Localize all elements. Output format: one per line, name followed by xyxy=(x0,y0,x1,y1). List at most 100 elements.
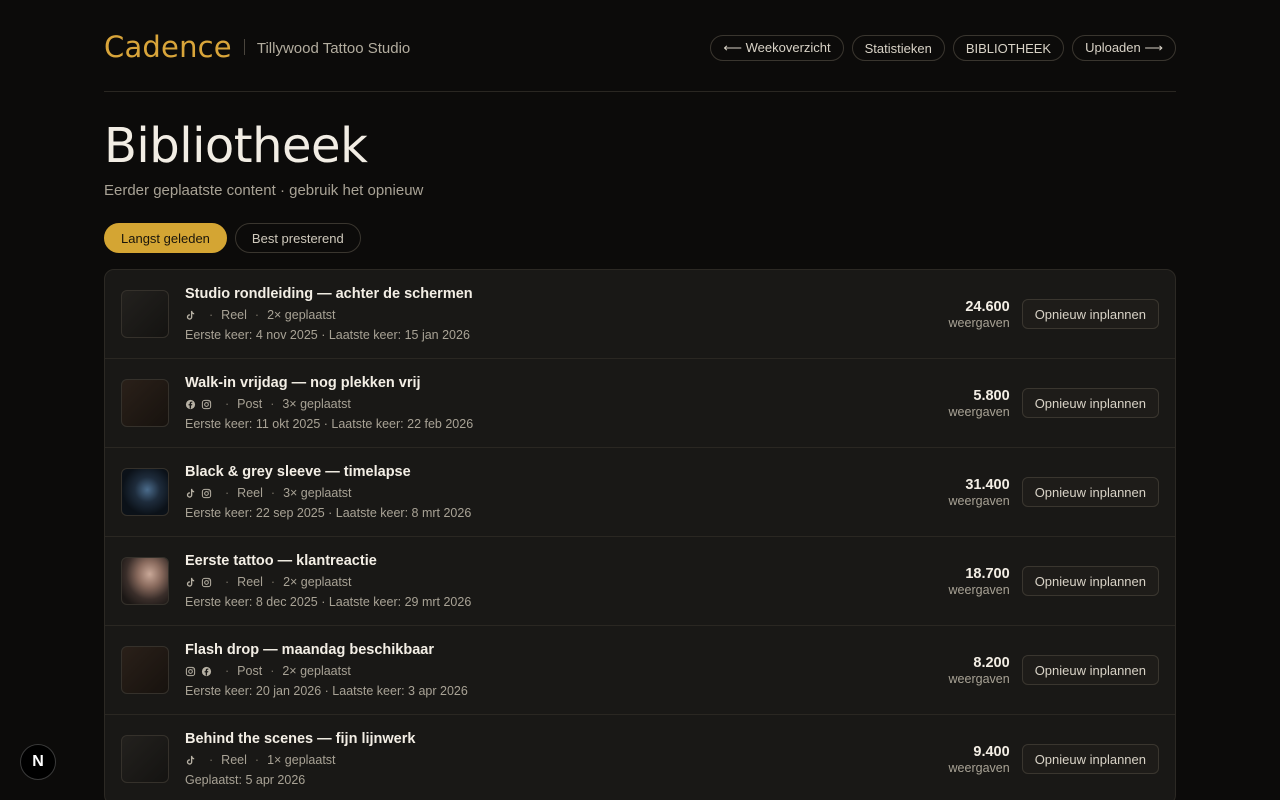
facebook-icon xyxy=(185,399,196,410)
top-bar: Cadence Tillywood Tattoo Studio ⟵ Weekov… xyxy=(104,0,1176,92)
item-dates: Eerste keer: 4 nov 2025 · Laatste keer: … xyxy=(185,328,470,342)
meta-separator: · xyxy=(270,397,275,411)
dev-tools-badge[interactable]: N xyxy=(20,744,56,780)
item-info: Eerste tattoo — klantreactie · Reel · 2×… xyxy=(185,553,949,609)
view-count: 24.600 xyxy=(965,298,1010,315)
item-dates: Eerste keer: 8 dec 2025 · Laatste keer: … xyxy=(185,595,472,609)
page-subtitle: Eerder geplaatste content · gebruik het … xyxy=(104,182,424,199)
item-meta: · Reel · 2× geplaatst xyxy=(185,308,949,322)
item-title: Walk-in vrijdag — nog plekken vrij xyxy=(185,375,421,391)
reschedule-button[interactable]: Opnieuw inplannen xyxy=(1021,388,1159,418)
page-title: Bibliotheek xyxy=(104,118,368,174)
list-item: Studio rondleiding — achter de schermen … xyxy=(105,270,1175,359)
nav-uploaden-button[interactable]: Uploaden ⟶ xyxy=(1072,35,1176,61)
item-info: Flash drop — maandag beschikbaar · Post … xyxy=(185,642,949,698)
view-stats: 31.400 weergaven xyxy=(949,477,1010,508)
instagram-icon xyxy=(185,666,196,677)
view-label: weergaven xyxy=(948,582,1010,597)
sort-filters: Langst geleden Best presterend xyxy=(104,223,1176,253)
tiktok-icon xyxy=(185,755,196,766)
view-count: 8.200 xyxy=(973,654,1010,671)
item-type: Reel xyxy=(221,308,247,322)
view-count: 31.400 xyxy=(965,476,1010,493)
platform-icons xyxy=(185,488,217,499)
list-item: Walk-in vrijdag — nog plekken vrij · Pos… xyxy=(105,359,1175,448)
meta-separator: · xyxy=(254,753,260,767)
content-thumbnail xyxy=(121,735,169,783)
meta-separator: · xyxy=(225,397,230,411)
item-info: Black & grey sleeve — timelapse · Reel ·… xyxy=(185,464,949,520)
meta-separator: · xyxy=(209,308,214,322)
list-item: Black & grey sleeve — timelapse · Reel ·… xyxy=(105,448,1175,537)
instagram-icon xyxy=(201,488,212,499)
view-stats: 24.600 weergaven xyxy=(949,299,1010,330)
view-label: weergaven xyxy=(948,404,1010,419)
instagram-icon xyxy=(201,577,212,588)
meta-separator: · xyxy=(225,575,230,589)
brand: Cadence Tillywood Tattoo Studio xyxy=(104,30,410,64)
post-count: 3× geplaatst xyxy=(282,397,351,411)
view-label: weergaven xyxy=(948,671,1010,686)
item-meta: · Reel · 2× geplaatst xyxy=(185,575,949,589)
filter-best-presterend[interactable]: Best presterend xyxy=(234,223,361,253)
platform-icons xyxy=(185,577,217,588)
view-label: weergaven xyxy=(948,315,1010,330)
meta-separator: · xyxy=(254,308,260,322)
view-stats: 8.200 weergaven xyxy=(949,655,1010,686)
meta-separator: · xyxy=(225,664,230,678)
item-type: Reel xyxy=(237,575,263,589)
tiktok-icon xyxy=(185,488,196,499)
content-thumbnail xyxy=(121,468,169,516)
platform-icons xyxy=(185,399,217,410)
item-title: Flash drop — maandag beschikbaar xyxy=(185,642,434,658)
post-count: 2× geplaatst xyxy=(267,308,336,322)
nav-statistieken-button[interactable]: Statistieken xyxy=(851,35,945,61)
post-count: 2× geplaatst xyxy=(282,664,351,678)
content-thumbnail xyxy=(121,646,169,694)
brand-logo[interactable]: Cadence xyxy=(104,30,232,64)
item-meta: · Post · 3× geplaatst xyxy=(185,397,949,411)
reschedule-button[interactable]: Opnieuw inplannen xyxy=(1021,744,1159,774)
app-root: Cadence Tillywood Tattoo Studio ⟵ Weekov… xyxy=(0,0,1280,800)
nav-weekoverzicht-button[interactable]: ⟵ Weekoverzicht xyxy=(710,35,844,61)
reschedule-button[interactable]: Opnieuw inplannen xyxy=(1021,477,1159,507)
post-count: 3× geplaatst xyxy=(283,486,352,500)
item-meta: · Reel · 3× geplaatst xyxy=(185,486,949,500)
item-type: Reel xyxy=(221,753,247,767)
tiktok-icon xyxy=(185,577,196,588)
content-thumbnail xyxy=(121,290,169,338)
item-info: Behind the scenes — fijn lijnwerk · Reel… xyxy=(185,731,949,787)
item-info: Studio rondleiding — achter de schermen … xyxy=(185,286,949,342)
view-stats: 9.400 weergaven xyxy=(949,744,1010,775)
reschedule-button[interactable]: Opnieuw inplannen xyxy=(1021,655,1159,685)
meta-separator: · xyxy=(270,486,276,500)
filter-langst-geleden[interactable]: Langst geleden xyxy=(104,223,227,253)
platform-icons xyxy=(185,310,201,321)
platform-icons xyxy=(185,666,217,677)
meta-separator: · xyxy=(225,486,230,500)
content-thumbnail xyxy=(121,379,169,427)
platform-icons xyxy=(185,755,201,766)
post-count: 1× geplaatst xyxy=(267,753,336,767)
content-list: Studio rondleiding — achter de schermen … xyxy=(104,269,1176,800)
item-type: Post xyxy=(237,397,263,411)
item-dates: Eerste keer: 11 okt 2025 · Laatste keer:… xyxy=(185,417,474,431)
list-item: Behind the scenes — fijn lijnwerk · Reel… xyxy=(105,715,1175,800)
reschedule-button[interactable]: Opnieuw inplannen xyxy=(1021,299,1159,329)
facebook-icon xyxy=(201,666,212,677)
view-stats: 18.700 weergaven xyxy=(949,566,1010,597)
item-dates: Eerste keer: 22 sep 2025 · Laatste keer:… xyxy=(185,506,472,520)
instagram-icon xyxy=(201,399,212,410)
item-title: Black & grey sleeve — timelapse xyxy=(185,464,411,480)
view-count: 18.700 xyxy=(965,565,1010,582)
list-item: Flash drop — maandag beschikbaar · Post … xyxy=(105,626,1175,715)
meta-separator: · xyxy=(270,664,275,678)
view-count: 5.800 xyxy=(973,387,1010,404)
item-dates: Eerste keer: 20 jan 2026 · Laatste keer:… xyxy=(185,684,468,698)
content-wrapper: Cadence Tillywood Tattoo Studio ⟵ Weekov… xyxy=(104,0,1176,800)
item-meta: · Post · 2× geplaatst xyxy=(185,664,949,678)
item-meta: · Reel · 1× geplaatst xyxy=(185,753,949,767)
reschedule-button[interactable]: Opnieuw inplannen xyxy=(1021,566,1159,596)
view-label: weergaven xyxy=(948,493,1010,508)
nav-bibliotheek-button[interactable]: BIBLIOTHEEK xyxy=(952,35,1065,61)
